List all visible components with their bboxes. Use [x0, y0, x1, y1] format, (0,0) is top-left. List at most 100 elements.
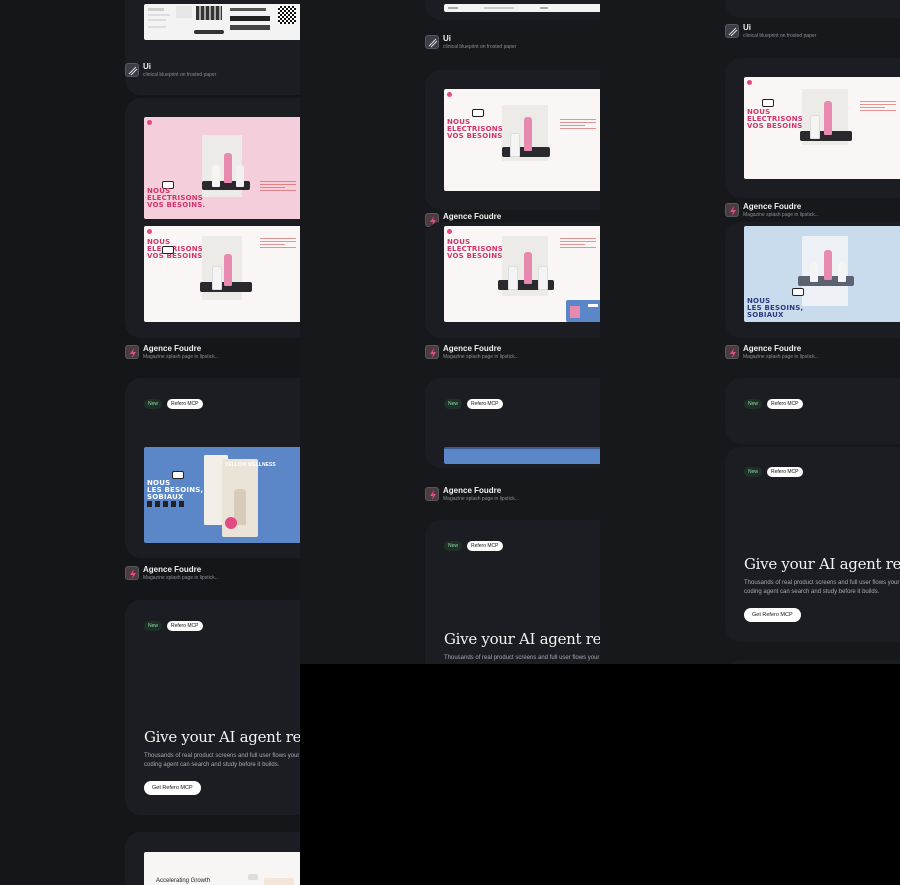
diagonal-lines-icon: [425, 35, 439, 49]
logo-dot: [747, 80, 752, 85]
agence-lightblue-screenshot[interactable]: NOUS LES BESOINS, SOBIAUX: [744, 226, 900, 322]
poster-title: NOUS ELECTRISONS VOS BESOINS.: [447, 118, 506, 140]
agence-white-screenshot[interactable]: NOUS ELECTRISONS VOS BESOINS.: [444, 226, 600, 322]
card-subtitle: clinical blueprint on frosted paper: [143, 72, 217, 78]
card-subtitle: clinical blueprint on frosted paper: [743, 33, 817, 39]
card-subtitle: Magazine splash page in lipstick...: [743, 212, 819, 218]
card-title: Agence Foudre: [143, 565, 202, 574]
get-refero-mcp-button[interactable]: Get Refero MCP: [744, 608, 801, 622]
card-title: Agence Foudre: [743, 202, 802, 211]
accelerating-screenshot[interactable]: Accelerating Growth: [144, 852, 300, 885]
lightning-bolt-icon: [125, 566, 139, 580]
poster-title: NOUS ELECTRISONS VOS BESOINS.: [447, 238, 506, 260]
card-subtitle: Magazine splash page in lipstick...: [743, 354, 819, 360]
card-title: Ui: [443, 34, 451, 43]
promo-headline: Give your AI agent real d: [444, 630, 600, 648]
ui-card[interactable]: [125, 0, 300, 95]
person: [236, 165, 244, 187]
ui-screenshot[interactable]: [144, 4, 300, 40]
new-badge: New: [144, 399, 163, 409]
card-subtitle: Magazine splash page in lipstick...: [443, 354, 519, 360]
agence-white-screenshot[interactable]: NOUS ELECTRISONS VOS BESOINS.: [444, 89, 600, 191]
agence-pink-screenshot[interactable]: NOUS ELECTRISONS VOS BESOINS.: [144, 117, 300, 219]
ui-screenshot[interactable]: [444, 4, 600, 12]
card-title: Agence Foudre: [743, 344, 802, 353]
agence-blue-screenshot[interactable]: [444, 447, 600, 464]
promo-headline: Give your AI agent real d: [144, 728, 300, 746]
new-badge: New: [744, 399, 763, 409]
card-title: Agence Foudre: [143, 344, 202, 353]
card-title: Agence Foudre: [443, 486, 502, 495]
person: [212, 165, 220, 187]
mcp-promo-card[interactable]: New Refero MCP Give your AI agent real d…: [125, 600, 300, 815]
mcp-promo-card[interactable]: New Refero MCP Give your AI agent real d…: [425, 520, 600, 664]
icon-row: [147, 501, 185, 507]
agence-white-screenshot[interactable]: NOUS ELECTRISONS VOS BESOINS.: [744, 77, 900, 179]
person: [824, 101, 832, 135]
lightning-bolt-icon: [725, 345, 739, 359]
promo-body-line1: Thousands of real product screens and fu…: [744, 580, 900, 586]
agence-card[interactable]: NOUS LES BESOINS, SOBIAUX: [725, 222, 900, 338]
logo-dot: [147, 229, 152, 234]
poster-title: NOUS ELECTRISONS VOS BESOINS.: [747, 108, 806, 130]
ui-card[interactable]: [725, 0, 900, 18]
mcp-card-with-shot[interactable]: New Refero MCP: [425, 378, 600, 468]
refero-mcp-pill[interactable]: Refero MCP: [167, 621, 203, 631]
person: [524, 252, 532, 284]
accelerating-card[interactable]: Accelerating Growth: [125, 832, 300, 885]
blue-thumbnail: [566, 300, 600, 322]
agence-card[interactable]: NOUS ELECTRISONS VOS BESOINS. NOUS ELECTRIS…: [125, 98, 300, 338]
agence-card[interactable]: NOUS ELECTRISONS VOS BESOINS.: [425, 70, 600, 210]
logo-dot: [147, 120, 152, 125]
poster-title: NOUS LES BESOINS, SOBIAUX: [147, 479, 204, 501]
diagonal-lines-icon: [725, 24, 739, 38]
person: [524, 117, 532, 151]
person: [824, 250, 832, 280]
card-subtitle: clinical blueprint on frosted paper: [443, 44, 517, 50]
body-text: [860, 101, 896, 113]
diagonal-lines-icon: [125, 63, 139, 77]
refero-mcp-pill[interactable]: Refero MCP: [467, 399, 503, 409]
agence-white-screenshot[interactable]: NOUS ELECTRISONS VOS BESOINS.: [144, 226, 300, 322]
mcp-promo-card[interactable]: New Refero MCP Give your AI agent real d…: [725, 447, 900, 642]
gallery-column-2: Ui clinical blueprint on frosted paper N…: [300, 0, 600, 664]
poster-title: NOUS ELECTRISONS VOS BESOINS.: [147, 187, 206, 209]
body-text: [260, 238, 296, 250]
refero-mcp-pill[interactable]: Refero MCP: [767, 467, 803, 477]
sticker: [792, 288, 804, 296]
agence-card[interactable]: NOUS ELECTRISONS VOS BESOINS.: [425, 222, 600, 338]
promo-body-line2: coding agent can search and study before…: [144, 762, 280, 768]
refero-mcp-pill[interactable]: Refero MCP: [767, 399, 803, 409]
person: [508, 266, 518, 290]
new-badge: New: [444, 541, 463, 551]
card-title: Agence Foudre: [443, 212, 502, 221]
body-text: [260, 181, 296, 193]
empty-region: [300, 664, 900, 885]
agence-card[interactable]: NOUS ELECTRISONS VOS BESOINS.: [725, 58, 900, 198]
sticker: [162, 246, 174, 254]
refero-mcp-pill[interactable]: Refero MCP: [167, 399, 203, 409]
lightning-bolt-icon: [425, 487, 439, 501]
person: [224, 153, 232, 183]
card-subtitle: Magazine splash page in lipstick...: [143, 354, 219, 360]
ui-card[interactable]: [425, 0, 600, 20]
refero-mcp-pill[interactable]: Refero MCP: [467, 541, 503, 551]
lightning-bolt-icon: [125, 345, 139, 359]
sticker: [172, 471, 184, 479]
mcp-card-small[interactable]: New Refero MCP: [725, 378, 900, 444]
person: [212, 266, 222, 290]
logo-dot: [447, 229, 452, 234]
card-title: Ui: [743, 23, 751, 32]
person: [810, 115, 820, 139]
poster-title: NOUS ELECTRISONS VOS BESOINS.: [147, 238, 206, 260]
mcp-card-with-shot[interactable]: New Refero MCP NOUS LES BESOINS, SOBIAUX Y…: [125, 378, 300, 558]
body-text: [560, 119, 596, 131]
card-title: Agence Foudre: [443, 344, 502, 353]
promo-body-line2: coding agent can search and study before…: [744, 589, 880, 595]
agence-blue-screenshot[interactable]: NOUS LES BESOINS, SOBIAUX YELLOW WELLNESS: [144, 447, 300, 543]
play-icon[interactable]: [225, 517, 237, 529]
poster-title: NOUS LES BESOINS, SOBIAUX: [747, 297, 804, 319]
new-badge: New: [144, 621, 163, 631]
lightning-bolt-icon: [725, 203, 739, 217]
get-refero-mcp-button[interactable]: Get Refero MCP: [144, 781, 201, 795]
